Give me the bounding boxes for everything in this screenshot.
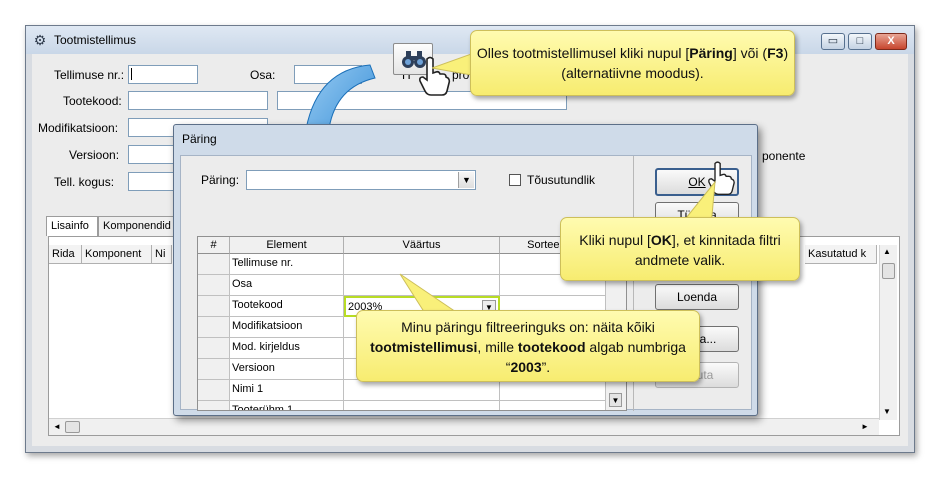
tab-lisainfo[interactable]: Lisainfo: [46, 216, 98, 236]
product-code-input[interactable]: [128, 91, 268, 110]
callout-text: , mille: [477, 339, 518, 355]
close-button[interactable]: X: [875, 33, 907, 50]
grid-header-komponent: Komponent: [82, 245, 152, 264]
table-row-element: Osa: [230, 275, 344, 296]
product-code-label: Tootekood:: [63, 94, 122, 108]
order-qty-label: Tell. kogus:: [54, 175, 115, 189]
scroll-left-arrow-icon[interactable]: ◄: [53, 422, 61, 431]
table-header-value: Väärtus: [344, 237, 500, 254]
window-title: Tootmistellimus: [54, 33, 137, 47]
scroll-right-arrow-icon[interactable]: ►: [861, 422, 869, 431]
row-number: [198, 275, 230, 296]
table-row-element: Modifikatsioon: [230, 317, 344, 338]
dropdown-arrow-icon[interactable]: ▼: [458, 172, 474, 188]
table-row-element: Versioon: [230, 359, 344, 380]
scroll-down-arrow-icon[interactable]: ▼: [883, 407, 891, 416]
order-qty-input[interactable]: [128, 172, 178, 191]
order-no-label: Tellimuse nr.:: [54, 68, 125, 82]
callout-ok-instruction: Kliki nupul [OK], et kinnitada filtri an…: [560, 217, 800, 281]
app-icon: ⚙: [33, 32, 47, 48]
scroll-thumb[interactable]: [882, 263, 895, 279]
minimize-button[interactable]: ▭: [821, 33, 845, 50]
callout-text: Kliki nupul [: [579, 232, 651, 248]
vertical-scrollbar[interactable]: ▲ ▼: [879, 245, 897, 420]
query-label: Päring:: [201, 173, 240, 187]
horizontal-scrollbar[interactable]: ◄ ►: [49, 418, 879, 435]
table-header-number: #: [198, 237, 230, 254]
callout-text: Olles tootmistellimusel kliki nupul [: [476, 45, 690, 61]
order-no-input[interactable]: [128, 65, 198, 84]
table-row-element: Tellimuse nr.: [230, 254, 344, 275]
table-row-sort[interactable]: [500, 380, 606, 401]
query-select[interactable]: ▼: [246, 170, 476, 190]
grid-header-ni: Ni: [152, 245, 172, 264]
list-button[interactable]: Loenda: [655, 284, 739, 310]
ascending-label: Tõusutundlik: [527, 173, 596, 187]
maximize-button[interactable]: □: [848, 33, 872, 50]
table-row-value[interactable]: [344, 401, 500, 410]
callout-bold: tootmistellimusi: [370, 339, 478, 355]
h-scroll-thumb[interactable]: [65, 421, 80, 433]
grid-header-rida: Rida: [49, 245, 82, 264]
version-label: Versioon:: [69, 148, 120, 162]
table-row-element: Mod. kirjeldus: [230, 338, 344, 359]
ascending-checkbox[interactable]: [509, 174, 521, 186]
table-row-element: Tooterühm 1: [230, 401, 344, 410]
callout-text: ] või (: [732, 45, 768, 61]
dialog-title: Päring: [182, 132, 217, 146]
table-row-element: Tootekood: [230, 296, 344, 317]
callout-text: ”.: [541, 359, 551, 375]
table-row-element: Nimi 1: [230, 380, 344, 401]
row-number: [198, 401, 230, 410]
tab-komponendid[interactable]: Komponendid: [98, 216, 178, 236]
table-row-sort[interactable]: [500, 401, 606, 410]
components-label-fragment: ponente: [762, 149, 806, 163]
callout-text: Minu päringu filtreeringuks on: näita kõ…: [401, 319, 655, 335]
callout-bold: Päring: [689, 45, 733, 61]
modification-label: Modifikatsioon:: [38, 121, 119, 135]
callout-bold: tootekood: [517, 339, 586, 355]
grid-header-kasutatud: Kasutatud k: [805, 245, 877, 264]
row-number: [198, 317, 230, 338]
version-input[interactable]: [128, 145, 178, 164]
table-header-element: Element: [230, 237, 344, 254]
table-row-value[interactable]: [344, 380, 500, 401]
row-number: [198, 254, 230, 275]
row-number: [198, 380, 230, 401]
row-number: [198, 338, 230, 359]
callout-query-instruction: Olles tootmistellimusel kliki nupul [Pär…: [470, 30, 795, 96]
callout-bold: 2003: [510, 359, 542, 375]
row-number: [198, 359, 230, 380]
callout-bold: F3: [767, 45, 784, 61]
row-number: [198, 296, 230, 317]
scroll-up-arrow-icon[interactable]: ▲: [883, 247, 891, 256]
callout-filter-explanation: Minu päringu filtreeringuks on: näita kõ…: [356, 310, 700, 382]
table-scroll-down-icon[interactable]: ▼: [609, 393, 622, 407]
callout-bold: OK: [650, 232, 672, 248]
